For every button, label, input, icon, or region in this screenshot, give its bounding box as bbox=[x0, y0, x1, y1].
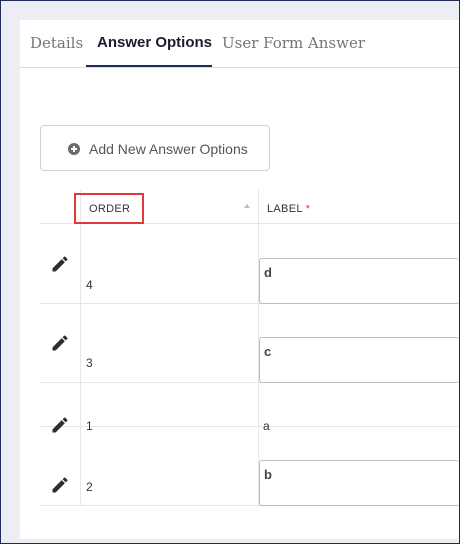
row-label-value: a bbox=[263, 419, 270, 433]
pencil-icon[interactable] bbox=[50, 254, 70, 274]
label-input-value: c bbox=[264, 344, 272, 359]
plus-circle-icon bbox=[68, 143, 80, 155]
label-column-header-text: LABEL bbox=[267, 203, 303, 215]
pencil-icon[interactable] bbox=[50, 475, 70, 495]
sort-icon[interactable] bbox=[244, 204, 250, 208]
tab-bar: Details Answer Options User Form Answer bbox=[20, 20, 459, 68]
row-divider bbox=[40, 426, 459, 427]
label-input-value: b bbox=[264, 467, 272, 482]
label-input[interactable]: c bbox=[259, 337, 459, 383]
pencil-icon[interactable] bbox=[50, 415, 70, 435]
tab-answer-options[interactable]: Answer Options bbox=[97, 34, 212, 51]
label-input[interactable]: d bbox=[259, 258, 459, 304]
add-new-answer-options-button[interactable]: Add New Answer Options bbox=[40, 125, 270, 171]
add-button-label: Add New Answer Options bbox=[89, 141, 248, 157]
column-divider bbox=[80, 190, 81, 506]
top-background-strip bbox=[1, 1, 459, 20]
required-marker: * bbox=[305, 203, 311, 215]
active-tab-indicator bbox=[86, 65, 212, 67]
label-input[interactable]: b bbox=[259, 460, 459, 506]
tab-details[interactable]: Details bbox=[30, 34, 83, 52]
left-background-strip bbox=[1, 1, 20, 543]
row-order-value: 3 bbox=[86, 356, 93, 370]
label-column-header: LABEL * bbox=[267, 203, 310, 215]
row-order-value: 2 bbox=[86, 480, 93, 494]
label-input-value: d bbox=[264, 265, 272, 280]
pencil-icon[interactable] bbox=[50, 333, 70, 353]
order-column-header[interactable]: ORDER bbox=[89, 203, 130, 215]
answer-options-panel: Details Answer Options User Form Answer … bbox=[20, 20, 459, 539]
bottom-background-strip bbox=[1, 539, 459, 543]
row-order-value: 4 bbox=[86, 278, 93, 292]
row-order-value: 1 bbox=[86, 419, 93, 433]
tab-user-form-answer[interactable]: User Form Answer bbox=[222, 34, 365, 52]
